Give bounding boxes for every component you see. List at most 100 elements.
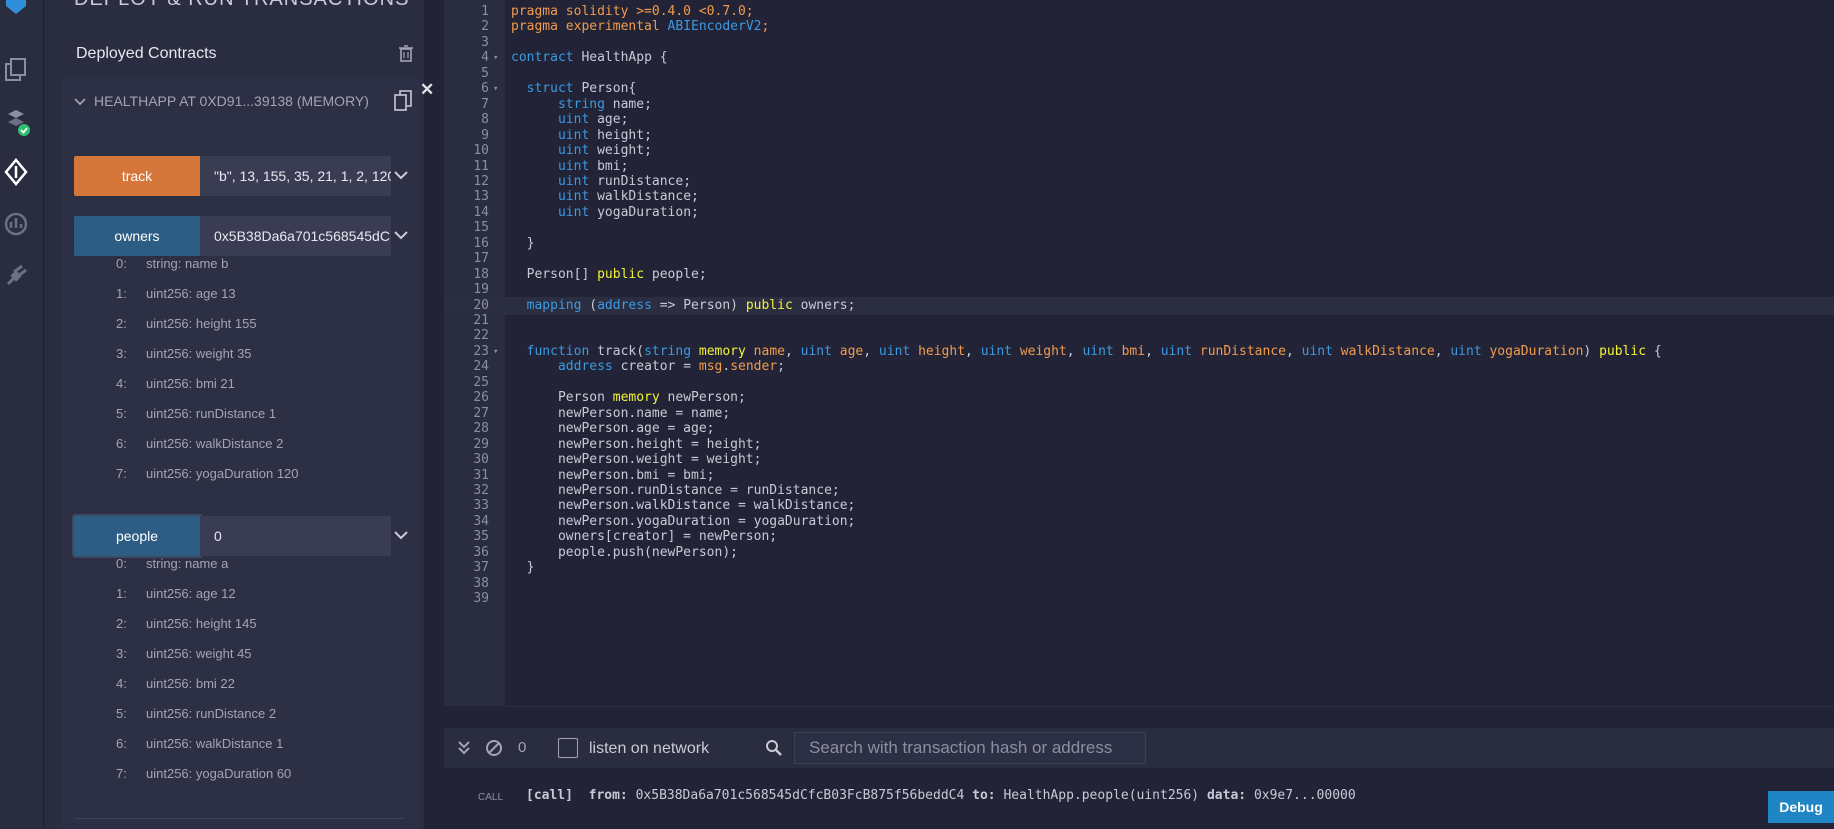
output-index: 4:: [116, 376, 127, 391]
log-from-label: from:: [588, 788, 628, 803]
output-item: 7: uint256: yogaDuration 120: [116, 466, 376, 486]
code-token: public: [745, 297, 801, 313]
code-token: Person: [511, 390, 613, 406]
output-index: 2:: [116, 316, 127, 331]
output-value: uint256: bmi 21: [146, 376, 235, 391]
code-token: age;: [597, 112, 629, 128]
output-index: 0:: [116, 256, 127, 271]
code-token: ,: [965, 343, 981, 359]
log-to-label: to:: [972, 788, 996, 803]
output-index: 1:: [116, 586, 127, 601]
collapse-terminal-icon[interactable]: [454, 738, 474, 758]
code-token: newPerson;: [667, 390, 746, 406]
code-token: name;: [612, 96, 652, 112]
chevron-down-icon[interactable]: [394, 167, 408, 185]
code-token: uint: [557, 112, 598, 128]
owners-input[interactable]: [200, 216, 391, 256]
close-icon[interactable]: ✕: [420, 80, 434, 100]
copy-icon[interactable]: [394, 90, 412, 112]
output-index: 4:: [116, 676, 127, 691]
code-token: walkDistance;: [597, 189, 699, 205]
code-token: mapping: [526, 297, 590, 313]
log-tag: CALL: [478, 792, 504, 803]
output-item: 4: uint256: bmi 22: [116, 676, 376, 696]
people-input[interactable]: [200, 516, 391, 556]
code-token: uint: [557, 189, 598, 205]
output-index: 6:: [116, 736, 127, 751]
chevron-down-icon[interactable]: [394, 527, 408, 545]
plugin-icon[interactable]: [2, 262, 30, 290]
code-token: ,: [1434, 343, 1451, 359]
code-token: pragma solidity >=0.4.0 <0.7.0;: [511, 4, 754, 19]
compiler-icon[interactable]: [2, 108, 30, 136]
search-input[interactable]: [794, 732, 1146, 764]
log-entry[interactable]: CALL [call] from: 0x5B38Da6a701c568545dC…: [444, 786, 1834, 814]
output-item: 5: uint256: runDistance 2: [116, 706, 376, 726]
log-from: 0x5B38Da6a701c568545dCfcB03FcB875f56bedd…: [635, 788, 965, 803]
output-item: 0: string: name a: [116, 556, 376, 576]
code-token: newPerson.weight = weight;: [511, 452, 762, 468]
code-line[interactable]: 39: [445, 590, 1834, 608]
trash-icon[interactable]: [398, 44, 414, 62]
output-item: 3: uint256: weight 35: [116, 346, 376, 366]
deploy-run-icon[interactable]: [2, 158, 30, 186]
code-token: string: [644, 343, 699, 359]
code-token: uint: [557, 173, 598, 189]
chevron-down-icon[interactable]: [394, 227, 408, 245]
output-index: 3:: [116, 646, 127, 661]
code-token: uint: [1082, 343, 1122, 359]
code-token: newPerson.name = name;: [511, 405, 731, 421]
code-token: memory: [698, 343, 754, 359]
code-token: .: [722, 359, 731, 375]
function-people: people: [74, 516, 408, 556]
divider: [505, 706, 1834, 707]
people-button[interactable]: people: [74, 516, 200, 556]
code-token: uint: [800, 343, 840, 359]
output-item: 0: string: name b: [116, 256, 376, 276]
output-index: 7:: [116, 466, 127, 481]
code-token: ,: [863, 343, 879, 359]
clear-console-icon[interactable]: [484, 738, 504, 758]
code-token: creator =: [620, 359, 699, 375]
output-value: uint256: bmi 22: [146, 676, 235, 691]
code-token: msg: [698, 359, 723, 375]
owners-button[interactable]: owners: [74, 216, 200, 256]
deploy-run-panel: DEPLOY & RUN TRANSACTIONS Deployed Contr…: [44, 0, 434, 829]
track-button[interactable]: track: [74, 156, 200, 196]
code-token: public: [1599, 343, 1654, 359]
remix-logo-icon[interactable]: [2, 0, 30, 20]
debug-button[interactable]: Debug: [1768, 791, 1834, 823]
listen-network-label: listen on network: [589, 740, 710, 757]
code-token: }: [511, 235, 535, 251]
line-number: 39: [473, 591, 489, 607]
code-token: public: [597, 266, 652, 282]
code-token: height: [918, 343, 966, 359]
output-item: 4: uint256: bmi 21: [116, 376, 376, 396]
code-token: walkDistance: [1340, 343, 1435, 359]
function-track: track: [74, 156, 408, 196]
output-index: 5:: [116, 406, 127, 421]
code-token: uint: [1160, 343, 1200, 359]
analysis-icon[interactable]: [2, 210, 30, 238]
code-editor[interactable]: 1 pragma solidity >=0.4.0 <0.7.0; 2 pragma …: [444, 0, 1834, 707]
output-index: 3:: [116, 346, 127, 361]
code-token: owners[creator] = newPerson;: [511, 529, 778, 545]
code-token: memory: [612, 390, 668, 406]
listen-network-checkbox[interactable]: [558, 738, 578, 758]
code-token: uint: [1301, 343, 1341, 359]
output-value: uint256: height 145: [146, 616, 257, 631]
file-explorer-icon[interactable]: [2, 56, 30, 84]
chevron-down-icon[interactable]: [74, 93, 86, 109]
output-value: string: name a: [146, 556, 229, 571]
output-value: uint256: yogaDuration 120: [146, 466, 299, 481]
track-input[interactable]: [200, 156, 391, 196]
instance-header[interactable]: HEALTHAPP AT 0XD91...39138 (MEMORY): [74, 93, 369, 109]
code-token: age: [839, 343, 864, 359]
output-value: uint256: height 155: [146, 316, 257, 331]
